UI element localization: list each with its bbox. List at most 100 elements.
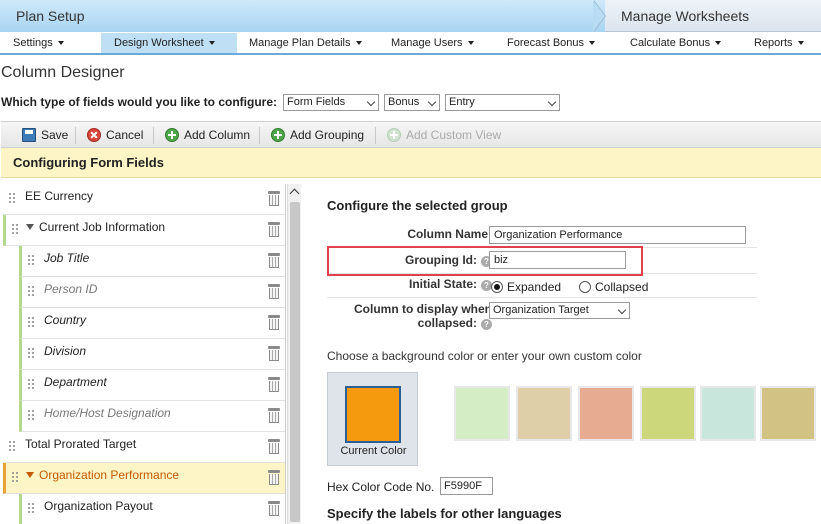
color-swatch[interactable] <box>578 386 634 441</box>
expand-triangle-icon[interactable] <box>26 224 34 230</box>
save-button[interactable]: Save <box>22 127 68 143</box>
drag-handle-icon[interactable] <box>27 378 35 390</box>
select-value: Entry <box>449 95 475 108</box>
nav-design-worksheet[interactable]: Design Worksheet <box>101 33 237 53</box>
nav-forecast-bonus[interactable]: Forecast Bonus <box>501 33 601 53</box>
current-color-label: Current Color <box>340 445 407 457</box>
trash-icon[interactable] <box>268 191 280 206</box>
panel-title: Configure the selected group <box>327 198 508 213</box>
add-grouping-button[interactable]: Add Grouping <box>271 127 364 143</box>
list-group[interactable]: Current Job Information <box>3 215 285 246</box>
drag-handle-icon[interactable] <box>27 347 35 359</box>
list-item[interactable]: Organization Payout <box>19 494 285 524</box>
drag-handle-icon[interactable] <box>27 285 35 297</box>
trash-icon[interactable] <box>268 408 280 423</box>
nav-label: Manage Plan Details <box>249 37 351 49</box>
drag-handle-icon[interactable] <box>27 254 35 266</box>
collapsed-column-select[interactable]: Organization Target <box>489 302 630 319</box>
trash-icon[interactable] <box>268 439 280 454</box>
collapsed-option[interactable]: Collapsed <box>579 280 648 294</box>
field-label-text: collapsed: <box>417 316 477 330</box>
expand-triangle-icon[interactable] <box>26 472 34 478</box>
list-item[interactable]: Home/Host Designation <box>19 401 285 432</box>
breadcrumb-step-label[interactable]: Plan Setup <box>16 8 85 24</box>
expanded-option[interactable]: Expanded <box>491 280 561 294</box>
list-scrollbar[interactable] <box>287 184 301 524</box>
list-item-label: Organization Payout <box>44 499 153 513</box>
field-category-select[interactable]: Form Fields <box>283 93 380 111</box>
list-item[interactable]: Job Title <box>19 246 285 277</box>
scrollbar-thumb[interactable] <box>290 202 300 522</box>
field-label-text: Column to display when <box>353 302 492 316</box>
nav-reports[interactable]: Reports <box>748 33 810 53</box>
hex-color-input[interactable]: F5990F <box>440 477 493 495</box>
list-item-label: Division <box>44 344 87 358</box>
caret-down-icon <box>467 41 474 45</box>
trash-icon[interactable] <box>268 501 280 516</box>
nav-calculate-bonus[interactable]: Calculate Bonus <box>624 33 727 53</box>
chevron-down-icon <box>366 97 376 106</box>
view-type-select[interactable]: Entry <box>445 93 561 111</box>
help-icon[interactable]: ? <box>481 319 492 330</box>
list-item[interactable]: EE Currency <box>3 184 285 215</box>
worksheet-type-select[interactable]: Bonus <box>384 93 441 111</box>
add-icon <box>165 128 179 142</box>
trash-icon[interactable] <box>268 470 280 485</box>
list-item-label: Country <box>44 313 87 327</box>
add-column-button[interactable]: Add Column <box>165 127 250 143</box>
list-item[interactable]: Department <box>19 370 285 401</box>
drag-handle-icon[interactable] <box>11 471 19 483</box>
list-group-selected[interactable]: Organization Performance <box>3 463 285 494</box>
list-item-label: Organization Performance <box>39 468 180 482</box>
trash-icon[interactable] <box>268 377 280 392</box>
color-swatch[interactable] <box>454 386 510 441</box>
toolbar-divider <box>75 127 76 144</box>
scroll-up-arrow-icon[interactable] <box>289 188 300 199</box>
color-swatch[interactable] <box>640 386 696 441</box>
caret-down-icon <box>355 41 362 45</box>
radio-unselected-icon[interactable] <box>579 281 591 293</box>
button-label: Save <box>41 128 69 142</box>
list-item-label: Job Title <box>44 251 90 265</box>
nav-settings[interactable]: Settings <box>7 33 70 53</box>
color-swatch[interactable] <box>700 386 756 441</box>
cancel-button[interactable]: Cancel <box>87 127 143 143</box>
color-swatch[interactable] <box>760 386 816 441</box>
group-config-panel: Configure the selected group Column Name… <box>302 184 821 524</box>
group-label: Current Job Information <box>26 220 165 234</box>
config-header-title: Configuring Form Fields <box>13 155 164 170</box>
breadcrumb-step-plan-setup[interactable] <box>0 0 605 32</box>
radio-label: Expanded <box>507 280 562 294</box>
nav-label: Forecast Bonus <box>507 37 585 49</box>
list-item[interactable]: Person ID <box>19 277 285 308</box>
drag-handle-icon[interactable] <box>27 409 35 421</box>
list-item[interactable]: Total Prorated Target <box>3 432 285 463</box>
select-value: Organization Target <box>493 304 589 316</box>
drag-handle-icon[interactable] <box>8 440 16 452</box>
breadcrumb-step-label[interactable]: Manage Worksheets <box>621 8 749 24</box>
list-item[interactable]: Division <box>19 339 285 370</box>
drag-handle-icon[interactable] <box>27 316 35 328</box>
drag-handle-icon[interactable] <box>8 192 16 204</box>
list-item-label: Current Job Information <box>39 220 166 234</box>
add-custom-view-button[interactable]: Add Custom View <box>387 127 501 143</box>
trash-icon[interactable] <box>268 284 280 299</box>
config-header: Configuring Form Fields <box>1 148 821 178</box>
color-swatch[interactable] <box>516 386 572 441</box>
main-nav: Settings Design Worksheet Manage Plan De… <box>0 33 821 55</box>
radio-selected-icon[interactable] <box>491 281 503 293</box>
nav-label: Manage Users <box>391 37 463 49</box>
trash-icon[interactable] <box>268 315 280 330</box>
group-label: Organization Performance <box>26 468 179 482</box>
list-item-label: Home/Host Designation <box>44 406 171 420</box>
list-item[interactable]: Country <box>19 308 285 339</box>
nav-manage-plan-details[interactable]: Manage Plan Details <box>243 33 368 53</box>
drag-handle-icon[interactable] <box>27 502 35 514</box>
trash-icon[interactable] <box>268 346 280 361</box>
trash-icon[interactable] <box>268 253 280 268</box>
trash-icon[interactable] <box>268 222 280 237</box>
caret-down-icon <box>589 41 596 45</box>
column-name-input[interactable]: Organization Performance <box>489 226 746 244</box>
nav-manage-users[interactable]: Manage Users <box>385 33 480 53</box>
drag-handle-icon[interactable] <box>11 223 19 235</box>
